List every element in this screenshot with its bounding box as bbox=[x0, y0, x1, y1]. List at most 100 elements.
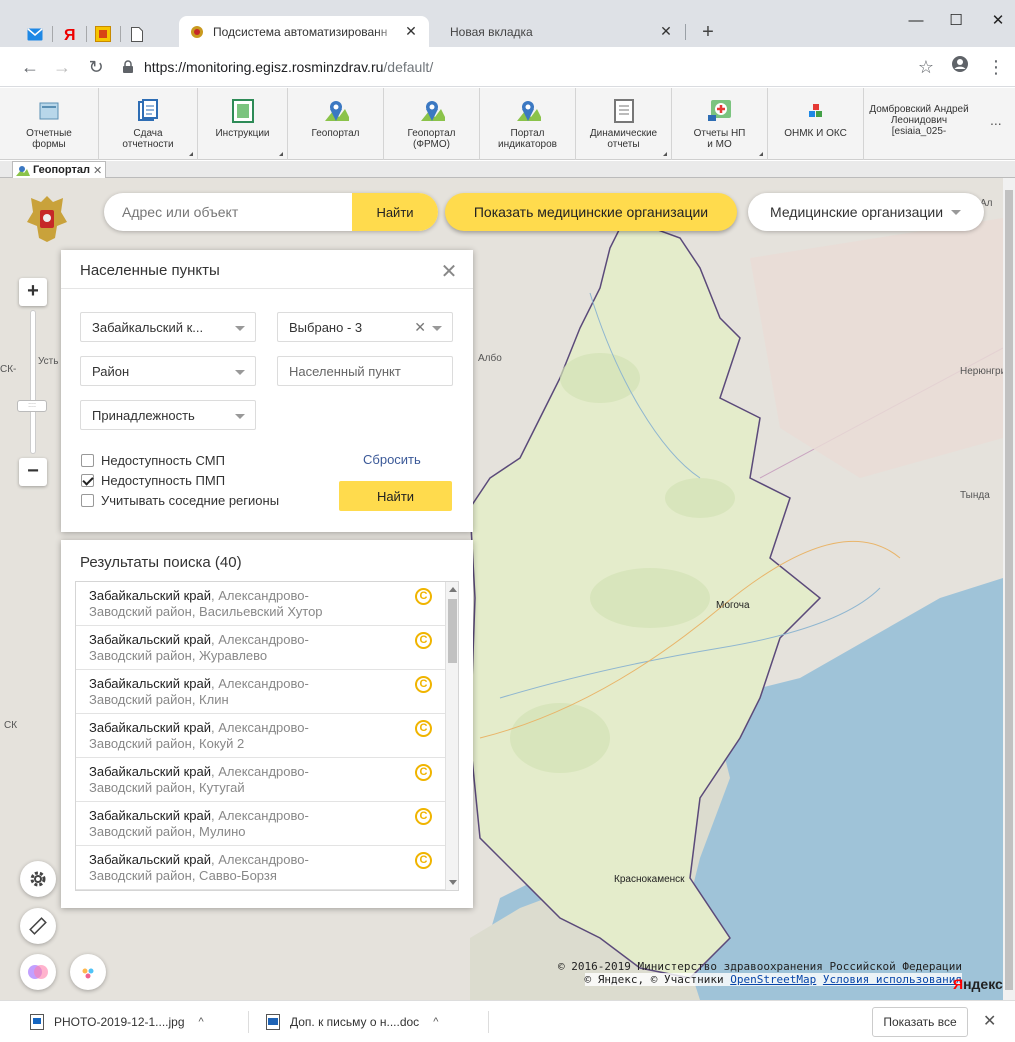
reset-link[interactable]: Сбросить bbox=[363, 452, 421, 467]
ribbon-item-onmk-oks[interactable]: ОНМК И ОКС bbox=[768, 88, 864, 160]
list-item[interactable]: Забайкальский край, Александрово- Заводс… bbox=[76, 670, 446, 714]
clusters-button[interactable] bbox=[70, 954, 106, 990]
subregion-multiselect[interactable]: Выбрано - 3 ✕ bbox=[277, 312, 453, 342]
ruler-button[interactable] bbox=[20, 908, 56, 944]
download-item-photo[interactable]: PHOTO-2019-12-1....jpg ^ bbox=[30, 1011, 204, 1033]
scroll-down-icon[interactable] bbox=[449, 880, 457, 885]
map-canvas[interactable]: Ал Нерюнгри Тында Усть СК- СК Албо Могоч… bbox=[0, 178, 1015, 1000]
checkbox-neighbor-regions[interactable]: Учитывать соседние регионы bbox=[81, 491, 279, 509]
zoom-slider-track[interactable] bbox=[30, 310, 36, 454]
show-medical-orgs-button[interactable]: Показать медицинские организации bbox=[445, 193, 737, 231]
clear-icon[interactable]: ✕ bbox=[414, 319, 426, 336]
results-list: Забайкальский край, Александрово- Заводс… bbox=[75, 581, 459, 891]
back-arrow-icon[interactable]: ← bbox=[18, 55, 42, 79]
forward-arrow-icon[interactable]: → bbox=[50, 55, 74, 79]
scrollbar-thumb[interactable] bbox=[1005, 190, 1013, 990]
ribbon-item-dynamic-reports[interactable]: Динамические отчеты bbox=[576, 88, 672, 160]
lock-icon bbox=[123, 60, 133, 73]
page-icon[interactable] bbox=[126, 23, 148, 45]
maximize-icon[interactable]: ☐ bbox=[936, 6, 976, 36]
account-icon[interactable] bbox=[948, 55, 972, 79]
checkbox-pmp-unavailable[interactable]: Недоступность ПМП bbox=[81, 471, 225, 489]
close-icon[interactable]: ✕ bbox=[983, 1011, 996, 1031]
scroll-up-icon[interactable] bbox=[449, 587, 457, 592]
doc-tab-geoportal[interactable]: Геопортал ✕ bbox=[12, 161, 107, 178]
tab-active[interactable]: Подсистема автоматизированн ✕ bbox=[179, 16, 429, 47]
yandex-logo[interactable]: Яндекс bbox=[953, 976, 1003, 992]
copyright-c-icon[interactable]: C bbox=[415, 632, 432, 649]
ribbon-item-indicators[interactable]: Портал индикаторов bbox=[480, 88, 576, 160]
copyright-c-icon[interactable]: C bbox=[415, 764, 432, 781]
zoom-out-button[interactable]: − bbox=[19, 458, 47, 486]
current-user[interactable]: Домбровский Андрей Леонидович [esiaia_02… bbox=[864, 88, 974, 160]
show-all-downloads-button[interactable]: Показать все bbox=[872, 1007, 968, 1037]
url-field[interactable]: https://monitoring.egisz.rosminzdrav.ru /… bbox=[122, 56, 902, 78]
list-item[interactable]: Забайкальский край, Александрово- Заводс… bbox=[76, 802, 446, 846]
copyright-c-icon[interactable]: C bbox=[415, 720, 432, 737]
download-item-doc[interactable]: Доп. к письму о н....doc ^ bbox=[266, 1011, 438, 1033]
tab-close-icon[interactable]: ✕ bbox=[403, 23, 419, 40]
ribbon-item-np-mo-reports[interactable]: Отчеты НП и МО bbox=[672, 88, 768, 160]
instructions-icon bbox=[230, 98, 256, 124]
copyright-c-icon[interactable]: C bbox=[415, 676, 432, 693]
list-item[interactable]: Забайкальский край, Александрово- Заводс… bbox=[76, 758, 446, 802]
layers-button[interactable] bbox=[20, 954, 56, 990]
results-scrollbar[interactable] bbox=[445, 582, 458, 890]
tab-new[interactable]: Новая вкладка ✕ bbox=[432, 16, 684, 47]
star-bookmark-icon[interactable]: ☆ bbox=[914, 55, 938, 79]
checkbox[interactable] bbox=[81, 493, 94, 507]
copyright-c-icon[interactable]: C bbox=[415, 852, 432, 869]
ribbon-item-reports[interactable]: Отчетные формы bbox=[0, 88, 99, 160]
find-localities-button[interactable]: Найти bbox=[339, 481, 452, 511]
minimize-icon[interactable]: — bbox=[896, 6, 936, 36]
russia-emblem-icon bbox=[27, 196, 67, 242]
ribbon-item-submit[interactable]: Сдача отчетности bbox=[99, 88, 198, 160]
affiliation-select[interactable]: Принадлежность bbox=[80, 400, 256, 430]
doc-tab-close-icon[interactable]: ✕ bbox=[93, 164, 102, 177]
terms-link[interactable]: Условия использования bbox=[823, 973, 962, 986]
chevron-up-icon[interactable]: ^ bbox=[199, 1016, 204, 1028]
checkbox[interactable] bbox=[81, 453, 94, 467]
address-bar: ← → ↻ https://monitoring.egisz.rosminzdr… bbox=[0, 47, 1015, 87]
region-select[interactable]: Забайкальский к... bbox=[80, 312, 256, 342]
new-tab-plus-icon[interactable]: + bbox=[696, 20, 720, 44]
list-item[interactable]: Забайкальский край, Александрово- Заводс… bbox=[76, 846, 446, 890]
ribbon-item-geoportal-frmo[interactable]: Геопортал (ФРМО) bbox=[384, 88, 480, 160]
copyright-c-icon[interactable]: C bbox=[415, 588, 432, 605]
ribbon-item-instructions[interactable]: Инструкции bbox=[198, 88, 288, 160]
copyright-c-icon[interactable]: C bbox=[415, 808, 432, 825]
list-item[interactable]: Забайкальский край, Александрово- Заводс… bbox=[76, 714, 446, 758]
list-item[interactable]: Забайкальский край, Александрово- Заводс… bbox=[76, 582, 446, 626]
city-label-krasnokamensk: Краснокаменск bbox=[614, 874, 685, 885]
tab-close-icon[interactable]: ✕ bbox=[658, 23, 674, 40]
bookmark-app-icon[interactable] bbox=[92, 23, 114, 45]
list-item[interactable]: Забайкальский край, Александрово- Заводс… bbox=[76, 626, 446, 670]
locality-input[interactable] bbox=[277, 356, 453, 386]
address-search-input[interactable] bbox=[104, 193, 352, 231]
yandex-icon[interactable]: Я bbox=[58, 23, 80, 45]
ruler-icon bbox=[29, 917, 47, 935]
address-search-button[interactable]: Найти bbox=[352, 193, 438, 231]
localities-panel: Населенные пункты ✕ Забайкальский к... В… bbox=[61, 250, 473, 532]
settings-gear-button[interactable] bbox=[20, 861, 56, 897]
checkbox-smp-unavailable[interactable]: Недоступность СМП bbox=[81, 451, 225, 469]
mail-icon[interactable] bbox=[24, 23, 46, 45]
image-file-icon bbox=[30, 1014, 44, 1030]
submit-report-icon bbox=[135, 98, 161, 124]
ribbon-item-geoportal[interactable]: Геопортал bbox=[288, 88, 384, 160]
ribbon-more-icon[interactable]: ... bbox=[990, 112, 1002, 128]
scrollbar-thumb[interactable] bbox=[448, 599, 457, 663]
zoom-slider-handle[interactable]: :::: bbox=[17, 400, 47, 412]
district-select[interactable]: Район bbox=[80, 356, 256, 386]
report-forms-icon bbox=[36, 98, 62, 124]
page-scrollbar[interactable] bbox=[1003, 178, 1015, 1000]
window-close-icon[interactable]: ✕ bbox=[978, 6, 1015, 36]
checkbox[interactable] bbox=[81, 473, 94, 487]
zoom-in-button[interactable]: + bbox=[19, 278, 47, 306]
chevron-up-icon[interactable]: ^ bbox=[433, 1016, 438, 1028]
reload-icon[interactable]: ↻ bbox=[84, 55, 108, 79]
close-icon[interactable]: ✕ bbox=[439, 259, 459, 284]
browser-menu-icon[interactable]: ⋮ bbox=[984, 55, 1008, 79]
medical-orgs-select[interactable]: Медицинские организации bbox=[748, 193, 984, 231]
osm-link[interactable]: OpenStreetMap bbox=[730, 973, 816, 986]
